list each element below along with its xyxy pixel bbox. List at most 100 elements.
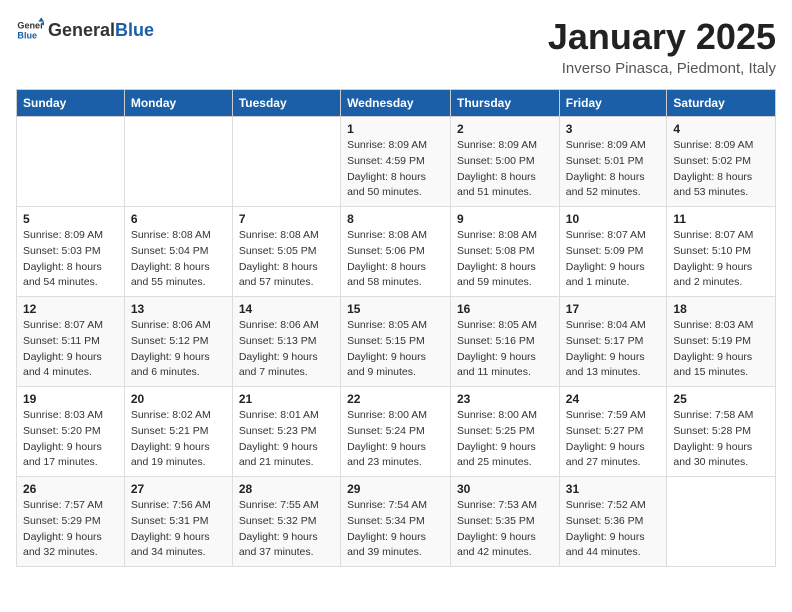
day-number: 17 bbox=[566, 302, 661, 316]
day-number: 4 bbox=[673, 122, 769, 136]
day-info: Sunrise: 8:09 AMSunset: 4:59 PMDaylight:… bbox=[347, 138, 444, 201]
weekday-header-tuesday: Tuesday bbox=[232, 90, 340, 117]
day-number: 22 bbox=[347, 392, 444, 406]
day-info: Sunrise: 8:05 AMSunset: 5:15 PMDaylight:… bbox=[347, 318, 444, 381]
location-title: Inverso Pinasca, Piedmont, Italy bbox=[548, 60, 776, 77]
day-cell: 31 Sunrise: 7:52 AMSunset: 5:36 PMDayligh… bbox=[559, 477, 667, 567]
day-cell: 1 Sunrise: 8:09 AMSunset: 4:59 PMDaylight… bbox=[341, 117, 451, 207]
day-cell: 27 Sunrise: 7:56 AMSunset: 5:31 PMDayligh… bbox=[124, 477, 232, 567]
logo-icon: General Blue bbox=[16, 16, 44, 44]
day-info: Sunrise: 7:58 AMSunset: 5:28 PMDaylight:… bbox=[673, 408, 769, 471]
day-number: 23 bbox=[457, 392, 553, 406]
day-number: 27 bbox=[131, 482, 226, 496]
day-cell: 23 Sunrise: 8:00 AMSunset: 5:25 PMDayligh… bbox=[451, 387, 560, 477]
weekday-header-wednesday: Wednesday bbox=[341, 90, 451, 117]
day-info: Sunrise: 7:57 AMSunset: 5:29 PMDaylight:… bbox=[23, 498, 118, 561]
day-number: 28 bbox=[239, 482, 334, 496]
day-info: Sunrise: 7:54 AMSunset: 5:34 PMDaylight:… bbox=[347, 498, 444, 561]
day-number: 11 bbox=[673, 212, 769, 226]
day-info: Sunrise: 7:52 AMSunset: 5:36 PMDaylight:… bbox=[566, 498, 661, 561]
month-title: January 2025 bbox=[548, 16, 776, 58]
day-info: Sunrise: 7:56 AMSunset: 5:31 PMDaylight:… bbox=[131, 498, 226, 561]
day-number: 30 bbox=[457, 482, 553, 496]
day-cell: 14 Sunrise: 8:06 AMSunset: 5:13 PMDayligh… bbox=[232, 297, 340, 387]
day-cell: 25 Sunrise: 7:58 AMSunset: 5:28 PMDayligh… bbox=[667, 387, 776, 477]
week-row-2: 5 Sunrise: 8:09 AMSunset: 5:03 PMDaylight… bbox=[17, 207, 776, 297]
day-number: 12 bbox=[23, 302, 118, 316]
day-info: Sunrise: 8:03 AMSunset: 5:20 PMDaylight:… bbox=[23, 408, 118, 471]
day-number: 16 bbox=[457, 302, 553, 316]
day-info: Sunrise: 8:01 AMSunset: 5:23 PMDaylight:… bbox=[239, 408, 334, 471]
day-info: Sunrise: 8:04 AMSunset: 5:17 PMDaylight:… bbox=[566, 318, 661, 381]
day-number: 1 bbox=[347, 122, 444, 136]
day-info: Sunrise: 8:08 AMSunset: 5:08 PMDaylight:… bbox=[457, 228, 553, 291]
day-cell: 30 Sunrise: 7:53 AMSunset: 5:35 PMDayligh… bbox=[451, 477, 560, 567]
day-number: 5 bbox=[23, 212, 118, 226]
day-cell: 3Sunrise: 8:09 AMSunset: 5:01 PMDaylight… bbox=[559, 117, 667, 207]
day-info: Sunrise: 8:06 AMSunset: 5:13 PMDaylight:… bbox=[239, 318, 334, 381]
day-number: 25 bbox=[673, 392, 769, 406]
day-cell: 13 Sunrise: 8:06 AMSunset: 5:12 PMDayligh… bbox=[124, 297, 232, 387]
day-cell: 4Sunrise: 8:09 AMSunset: 5:02 PMDaylight… bbox=[667, 117, 776, 207]
weekday-header-sunday: Sunday bbox=[17, 90, 125, 117]
logo-blue: Blue bbox=[115, 20, 154, 40]
day-cell: 29Sunrise: 7:54 AMSunset: 5:34 PMDayligh… bbox=[341, 477, 451, 567]
day-info: Sunrise: 8:08 AMSunset: 5:05 PMDaylight:… bbox=[239, 228, 334, 291]
day-number: 24 bbox=[566, 392, 661, 406]
day-info: Sunrise: 8:05 AMSunset: 5:16 PMDaylight:… bbox=[457, 318, 553, 381]
day-cell: 16 Sunrise: 8:05 AMSunset: 5:16 PMDayligh… bbox=[451, 297, 560, 387]
day-info: Sunrise: 8:02 AMSunset: 5:21 PMDaylight:… bbox=[131, 408, 226, 471]
title-area: January 2025 Inverso Pinasca, Piedmont, … bbox=[548, 16, 776, 77]
day-cell: 10 Sunrise: 8:07 AMSunset: 5:09 PMDayligh… bbox=[559, 207, 667, 297]
day-number: 31 bbox=[566, 482, 661, 496]
day-info: Sunrise: 8:09 AMSunset: 5:03 PMDaylight:… bbox=[23, 228, 118, 291]
calendar-table: SundayMondayTuesdayWednesdayThursdayFrid… bbox=[16, 89, 776, 567]
svg-text:General: General bbox=[17, 21, 44, 31]
weekday-header-monday: Monday bbox=[124, 90, 232, 117]
day-info: Sunrise: 8:07 AMSunset: 5:09 PMDaylight:… bbox=[566, 228, 661, 291]
day-cell: 26 Sunrise: 7:57 AMSunset: 5:29 PMDayligh… bbox=[17, 477, 125, 567]
weekday-header-row: SundayMondayTuesdayWednesdayThursdayFrid… bbox=[17, 90, 776, 117]
week-row-5: 26 Sunrise: 7:57 AMSunset: 5:29 PMDayligh… bbox=[17, 477, 776, 567]
day-cell: 11 Sunrise: 8:07 AMSunset: 5:10 PMDayligh… bbox=[667, 207, 776, 297]
day-cell: 5 Sunrise: 8:09 AMSunset: 5:03 PMDaylight… bbox=[17, 207, 125, 297]
day-cell: 9 Sunrise: 8:08 AMSunset: 5:08 PMDaylight… bbox=[451, 207, 560, 297]
day-info: Sunrise: 8:08 AMSunset: 5:06 PMDaylight:… bbox=[347, 228, 444, 291]
week-row-4: 19 Sunrise: 8:03 AMSunset: 5:20 PMDayligh… bbox=[17, 387, 776, 477]
day-info: Sunrise: 7:55 AMSunset: 5:32 PMDaylight:… bbox=[239, 498, 334, 561]
day-cell: 24Sunrise: 7:59 AMSunset: 5:27 PMDayligh… bbox=[559, 387, 667, 477]
day-info: Sunrise: 8:03 AMSunset: 5:19 PMDaylight:… bbox=[673, 318, 769, 381]
weekday-header-saturday: Saturday bbox=[667, 90, 776, 117]
day-cell: 15Sunrise: 8:05 AMSunset: 5:15 PMDayligh… bbox=[341, 297, 451, 387]
day-info: Sunrise: 8:07 AMSunset: 5:11 PMDaylight:… bbox=[23, 318, 118, 381]
svg-text:Blue: Blue bbox=[17, 30, 37, 40]
day-cell: 12 Sunrise: 8:07 AMSunset: 5:11 PMDayligh… bbox=[17, 297, 125, 387]
day-cell: 17 Sunrise: 8:04 AMSunset: 5:17 PMDayligh… bbox=[559, 297, 667, 387]
day-cell bbox=[232, 117, 340, 207]
day-cell bbox=[667, 477, 776, 567]
day-number: 2 bbox=[457, 122, 553, 136]
day-info: Sunrise: 8:00 AMSunset: 5:25 PMDaylight:… bbox=[457, 408, 553, 471]
day-number: 10 bbox=[566, 212, 661, 226]
logo: General Blue GeneralBlue bbox=[16, 16, 154, 44]
day-number: 14 bbox=[239, 302, 334, 316]
day-cell bbox=[17, 117, 125, 207]
day-info: Sunrise: 8:07 AMSunset: 5:10 PMDaylight:… bbox=[673, 228, 769, 291]
week-row-1: 1 Sunrise: 8:09 AMSunset: 4:59 PMDaylight… bbox=[17, 117, 776, 207]
logo-general: General bbox=[48, 20, 115, 40]
day-info: Sunrise: 8:06 AMSunset: 5:12 PMDaylight:… bbox=[131, 318, 226, 381]
day-number: 19 bbox=[23, 392, 118, 406]
day-info: Sunrise: 7:53 AMSunset: 5:35 PMDaylight:… bbox=[457, 498, 553, 561]
day-number: 8 bbox=[347, 212, 444, 226]
day-cell: 19 Sunrise: 8:03 AMSunset: 5:20 PMDayligh… bbox=[17, 387, 125, 477]
week-row-3: 12 Sunrise: 8:07 AMSunset: 5:11 PMDayligh… bbox=[17, 297, 776, 387]
day-info: Sunrise: 8:08 AMSunset: 5:04 PMDaylight:… bbox=[131, 228, 226, 291]
day-number: 18 bbox=[673, 302, 769, 316]
day-number: 26 bbox=[23, 482, 118, 496]
day-cell: 22Sunrise: 8:00 AMSunset: 5:24 PMDayligh… bbox=[341, 387, 451, 477]
day-number: 9 bbox=[457, 212, 553, 226]
day-number: 13 bbox=[131, 302, 226, 316]
day-cell: 2Sunrise: 8:09 AMSunset: 5:00 PMDaylight… bbox=[451, 117, 560, 207]
weekday-header-friday: Friday bbox=[559, 90, 667, 117]
day-number: 20 bbox=[131, 392, 226, 406]
